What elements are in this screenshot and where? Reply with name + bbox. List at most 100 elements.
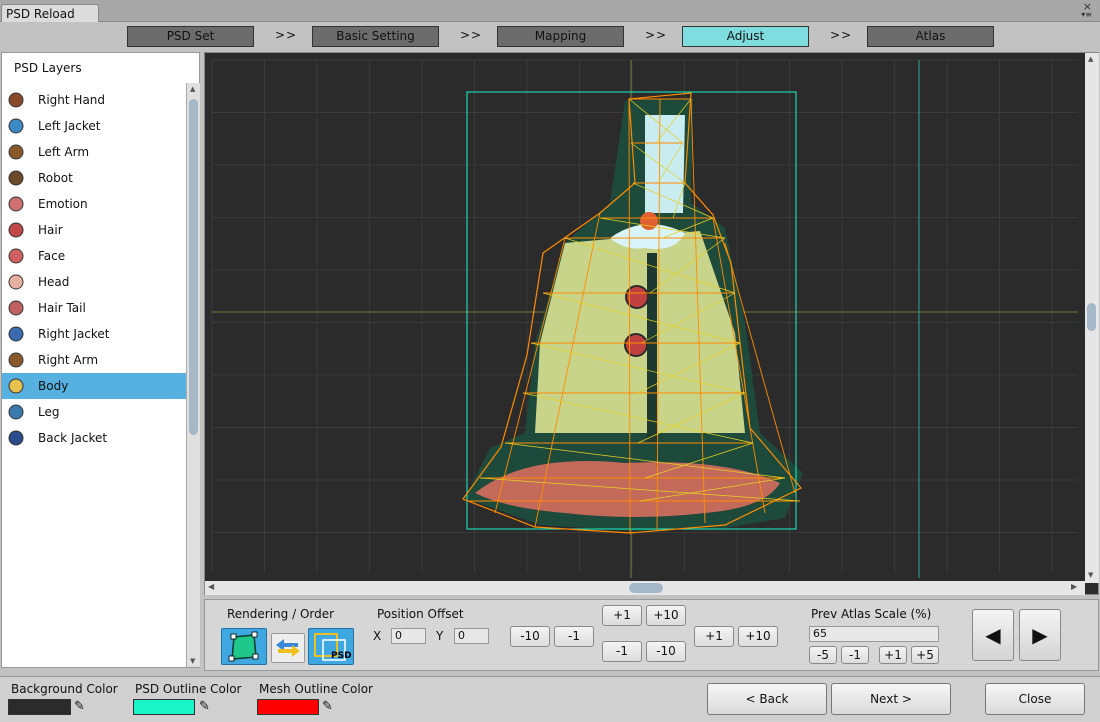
y-offset-input[interactable]: 0 bbox=[454, 628, 489, 644]
mesh-canvas[interactable]: ▲ ▼ ◀ ▶ bbox=[204, 52, 1099, 595]
step-separator: >> bbox=[830, 28, 853, 42]
eyedropper-icon[interactable]: ✎ bbox=[322, 699, 333, 714]
mesh-outline-color-swatch[interactable] bbox=[257, 699, 319, 715]
layer-item[interactable]: Emotion bbox=[2, 191, 186, 217]
layer-item[interactable]: Back Jacket bbox=[2, 425, 186, 451]
layer-label: Face bbox=[38, 249, 66, 263]
layers-scrollbar[interactable]: ▲ ▼ bbox=[186, 83, 200, 667]
scale-minus-5-button[interactable]: -5 bbox=[809, 646, 837, 664]
layer-item[interactable]: Left Arm bbox=[2, 139, 186, 165]
layer-item[interactable]: Hair Tail bbox=[2, 295, 186, 321]
psd-outline-toggle-button[interactable]: PSD bbox=[308, 628, 354, 665]
atlas-scale-label: Prev Atlas Scale (%) bbox=[811, 607, 932, 621]
adjust-controls-panel: Rendering / Order PSD Position Offset X … bbox=[204, 599, 1099, 671]
layer-label: Hair Tail bbox=[38, 301, 86, 315]
step-separator: >> bbox=[645, 28, 668, 42]
step-atlas[interactable]: Atlas bbox=[867, 26, 994, 47]
window-menu-icon[interactable]: ▾≡ bbox=[1081, 10, 1092, 19]
title-bar bbox=[0, 0, 1100, 22]
psd-badge: PSD bbox=[331, 651, 352, 661]
hair-tail-icon bbox=[6, 299, 26, 317]
swap-order-button[interactable] bbox=[271, 633, 305, 663]
canvas-vertical-scrollbar[interactable]: ▲ ▼ bbox=[1085, 53, 1099, 583]
x-minus-10-button[interactable]: -10 bbox=[510, 626, 550, 647]
left-jacket-icon bbox=[6, 117, 26, 135]
next-layer-button[interactable]: ▶ bbox=[1019, 609, 1061, 661]
close-button[interactable]: Close bbox=[985, 683, 1085, 715]
atlas-scale-input[interactable]: 65 bbox=[809, 626, 939, 642]
layer-item[interactable]: Right Jacket bbox=[2, 321, 186, 347]
layer-label: Right Arm bbox=[38, 353, 99, 367]
y-minus-10-button[interactable]: -10 bbox=[646, 641, 686, 662]
layer-item[interactable]: Head bbox=[2, 269, 186, 295]
body-icon bbox=[6, 377, 26, 395]
y-minus-1-button[interactable]: -1 bbox=[602, 641, 642, 662]
scroll-up-icon[interactable]: ▲ bbox=[1088, 55, 1093, 63]
right-hand-icon bbox=[6, 91, 26, 109]
layer-item[interactable]: Hair bbox=[2, 217, 186, 243]
rendering-mode-button[interactable] bbox=[221, 628, 267, 665]
layer-label: Body bbox=[38, 379, 69, 393]
x-plus-1-button[interactable]: +1 bbox=[694, 626, 734, 647]
scroll-up-icon[interactable]: ▲ bbox=[190, 85, 195, 93]
previous-layer-button[interactable]: ◀ bbox=[972, 609, 1014, 661]
y-plus-1-button[interactable]: +1 bbox=[602, 605, 642, 626]
scale-minus-1-button[interactable]: -1 bbox=[841, 646, 869, 664]
face-icon bbox=[6, 247, 26, 265]
layer-label: Right Jacket bbox=[38, 327, 110, 341]
psd-layers-title: PSD Layers bbox=[14, 61, 82, 75]
scroll-left-icon[interactable]: ◀ bbox=[208, 582, 214, 591]
canvas-horizontal-scrollbar[interactable]: ◀ ▶ bbox=[205, 581, 1085, 595]
swap-arrows-icon bbox=[276, 639, 300, 657]
background-color-label: Background Color bbox=[11, 682, 118, 696]
body-collar bbox=[645, 115, 685, 213]
left-arm-icon bbox=[6, 143, 26, 161]
psd-outline-color-swatch[interactable] bbox=[133, 699, 195, 715]
step-psd-set[interactable]: PSD Set bbox=[127, 26, 254, 47]
scroll-right-icon[interactable]: ▶ bbox=[1071, 582, 1077, 591]
layer-label: Emotion bbox=[38, 197, 88, 211]
x-plus-10-button[interactable]: +10 bbox=[738, 626, 778, 647]
layer-label: Head bbox=[38, 275, 70, 289]
right-arm-icon bbox=[6, 351, 26, 369]
layer-item[interactable]: Body bbox=[2, 373, 186, 399]
mesh-shape-icon bbox=[228, 631, 259, 662]
window-tab[interactable]: PSD Reload bbox=[1, 4, 99, 22]
leg-icon bbox=[6, 403, 26, 421]
body-button bbox=[624, 333, 648, 357]
layer-item[interactable]: Leg bbox=[2, 399, 186, 425]
step-mapping[interactable]: Mapping bbox=[497, 26, 624, 47]
x-minus-1-button[interactable]: -1 bbox=[554, 626, 594, 647]
psd-outline-color-label: PSD Outline Color bbox=[135, 682, 242, 696]
layer-item[interactable]: Left Jacket bbox=[2, 113, 186, 139]
canvas-hscroll-thumb[interactable] bbox=[629, 583, 663, 593]
layer-item[interactable]: Right Hand bbox=[2, 87, 186, 113]
eyedropper-icon[interactable]: ✎ bbox=[199, 699, 210, 714]
step-separator: >> bbox=[460, 28, 483, 42]
body-clasp bbox=[640, 212, 658, 230]
eyedropper-icon[interactable]: ✎ bbox=[74, 699, 85, 714]
step-adjust[interactable]: Adjust bbox=[682, 26, 809, 47]
mesh-canvas-drawing[interactable] bbox=[205, 53, 1085, 581]
y-plus-10-button[interactable]: +10 bbox=[646, 605, 686, 626]
layer-label: Hair bbox=[38, 223, 63, 237]
right-jacket-icon bbox=[6, 325, 26, 343]
scroll-down-icon[interactable]: ▼ bbox=[190, 657, 195, 665]
layers-scroll-thumb[interactable] bbox=[189, 99, 198, 435]
back-button[interactable]: < Back bbox=[707, 683, 827, 715]
layer-item[interactable]: Face bbox=[2, 243, 186, 269]
layer-item[interactable]: Right Arm bbox=[2, 347, 186, 373]
x-offset-input[interactable]: 0 bbox=[391, 628, 426, 644]
next-button[interactable]: Next > bbox=[831, 683, 951, 715]
background-color-swatch[interactable] bbox=[8, 699, 71, 715]
scroll-down-icon[interactable]: ▼ bbox=[1088, 571, 1093, 579]
scale-plus-5-button[interactable]: +5 bbox=[911, 646, 939, 664]
scale-plus-1-button[interactable]: +1 bbox=[879, 646, 907, 664]
layer-label: Leg bbox=[38, 405, 60, 419]
position-offset-label: Position Offset bbox=[377, 607, 464, 621]
step-basic-setting[interactable]: Basic Setting bbox=[312, 26, 439, 47]
x-label: X bbox=[373, 629, 382, 643]
layer-label: Right Hand bbox=[38, 93, 106, 107]
canvas-vscroll-thumb[interactable] bbox=[1087, 303, 1096, 331]
layer-item[interactable]: Robot bbox=[2, 165, 186, 191]
